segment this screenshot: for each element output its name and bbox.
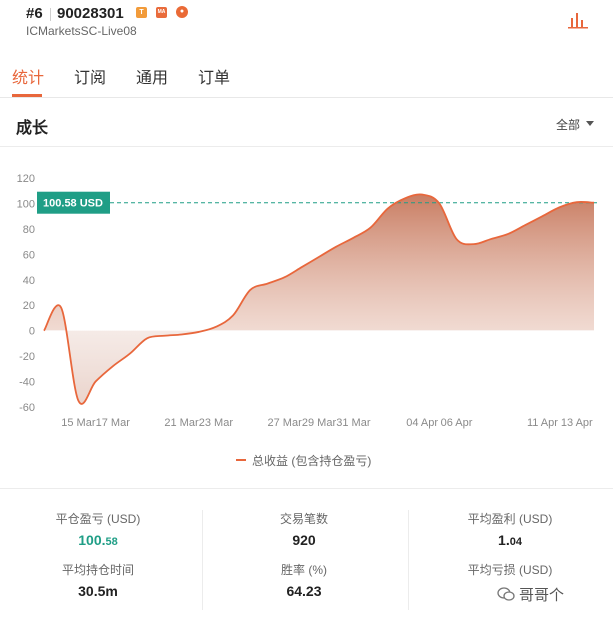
wechat-icon bbox=[497, 587, 515, 601]
account-header: #6 90028301 T MA ● ICMarketsSC-Live08 bbox=[0, 0, 613, 48]
badge-t-icon: T bbox=[136, 7, 147, 18]
x-tick-label: 23 Mar bbox=[199, 417, 234, 429]
stats-divider bbox=[0, 488, 613, 489]
server-name: ICMarketsSC-Live08 bbox=[26, 24, 137, 38]
tab-subscribe[interactable]: 订阅 bbox=[74, 64, 106, 88]
x-tick-label: 29 Mar bbox=[302, 417, 337, 429]
y-tick-label: 60 bbox=[23, 249, 35, 261]
stat-value-dec: 04 bbox=[509, 536, 522, 548]
x-tick-label: 27 Mar bbox=[268, 417, 303, 429]
account-number: 90028301 bbox=[57, 5, 124, 22]
stats-column-divider bbox=[408, 510, 409, 610]
x-tick-label: 13 Apr bbox=[561, 417, 593, 429]
legend-label: 总收益 (包含持仓盈亏) bbox=[252, 454, 372, 468]
x-tick-label: 31 Mar bbox=[336, 417, 371, 429]
stat-label: 平均持仓时间 bbox=[61, 563, 134, 577]
stat-value: 1.04 bbox=[430, 532, 590, 548]
y-tick-label: -60 bbox=[19, 402, 35, 414]
stat-label: 平仓盈亏 (USD) bbox=[55, 512, 141, 526]
stat-value: 64.23 bbox=[286, 583, 322, 599]
rank-label: #6 bbox=[26, 5, 43, 22]
y-tick-label: 100 bbox=[17, 198, 35, 210]
y-tick-label: -20 bbox=[19, 351, 35, 363]
tab-general[interactable]: 通用 bbox=[136, 64, 168, 88]
y-tick-label: 20 bbox=[23, 300, 35, 312]
chevron-down-icon[interactable] bbox=[586, 121, 594, 126]
tab-statistics[interactable]: 统计 bbox=[12, 64, 44, 88]
badge-ma-icon: MA bbox=[156, 7, 167, 18]
stat-trades: 交易笔数 920 bbox=[224, 510, 384, 548]
current-value-label: 100.58 USD bbox=[43, 198, 103, 210]
growth-title: 成长 bbox=[16, 120, 49, 137]
stat-value: 30.5m bbox=[78, 583, 118, 599]
watermark-text: 哥哥个 bbox=[519, 587, 565, 604]
stat-label: 平均亏损 (USD) bbox=[467, 563, 553, 577]
tab-orders[interactable]: 订单 bbox=[198, 64, 230, 88]
y-tick-label: -40 bbox=[19, 377, 35, 389]
stat-label: 平均盈利 (USD) bbox=[467, 512, 553, 526]
x-tick-label: 11 Apr bbox=[527, 417, 558, 429]
x-tick-label: 21 Mar bbox=[164, 417, 199, 429]
series-area-positive bbox=[44, 194, 594, 330]
growth-chart: 120 100 80 60 40 20 0 -20 -40 -60 15 Mar 17 Mar 21 … bbox=[17, 173, 600, 429]
x-tick-label: 17 Mar bbox=[96, 417, 131, 429]
y-tick-label: 80 bbox=[23, 224, 35, 236]
stat-value-int: 100. bbox=[78, 532, 106, 548]
y-tick-label: 40 bbox=[23, 275, 35, 287]
x-tick-label: 06 Apr bbox=[441, 417, 473, 429]
y-tick-label: 120 bbox=[17, 173, 35, 185]
tab-bar: 统计 订阅 通用 订单 bbox=[0, 50, 613, 98]
section-divider bbox=[0, 146, 613, 147]
stat-value: 100.58 bbox=[18, 532, 178, 548]
stat-value-int: 1. bbox=[498, 532, 510, 548]
bar-chart-icon[interactable] bbox=[567, 10, 589, 30]
x-tick-label: 04 Apr bbox=[406, 417, 438, 429]
stat-avg-hold: 平均持仓时间 30.5m bbox=[18, 561, 178, 599]
stat-label: 交易笔数 bbox=[279, 512, 328, 526]
stat-label: 胜率 (%) bbox=[281, 563, 327, 577]
stat-avg-profit: 平均盈利 (USD) 1.04 bbox=[430, 510, 590, 548]
y-tick-label: 0 bbox=[29, 326, 35, 338]
header-divider bbox=[50, 8, 51, 21]
x-tick-label: 15 Mar bbox=[61, 417, 96, 429]
stat-closed-pl: 平仓盈亏 (USD) 100.58 bbox=[18, 510, 178, 548]
legend-swatch bbox=[236, 459, 246, 461]
range-filter-dropdown[interactable]: 全部 bbox=[556, 116, 580, 133]
stat-value: 920 bbox=[292, 532, 316, 548]
stat-win-rate: 胜率 (%) 64.23 bbox=[224, 561, 384, 599]
stat-avg-loss: 平均亏损 (USD) bbox=[430, 561, 590, 578]
stats-column-divider bbox=[202, 510, 203, 610]
fire-icon: ● bbox=[176, 6, 188, 18]
stat-value-dec: 58 bbox=[105, 536, 118, 548]
tab-active-indicator bbox=[12, 94, 42, 97]
